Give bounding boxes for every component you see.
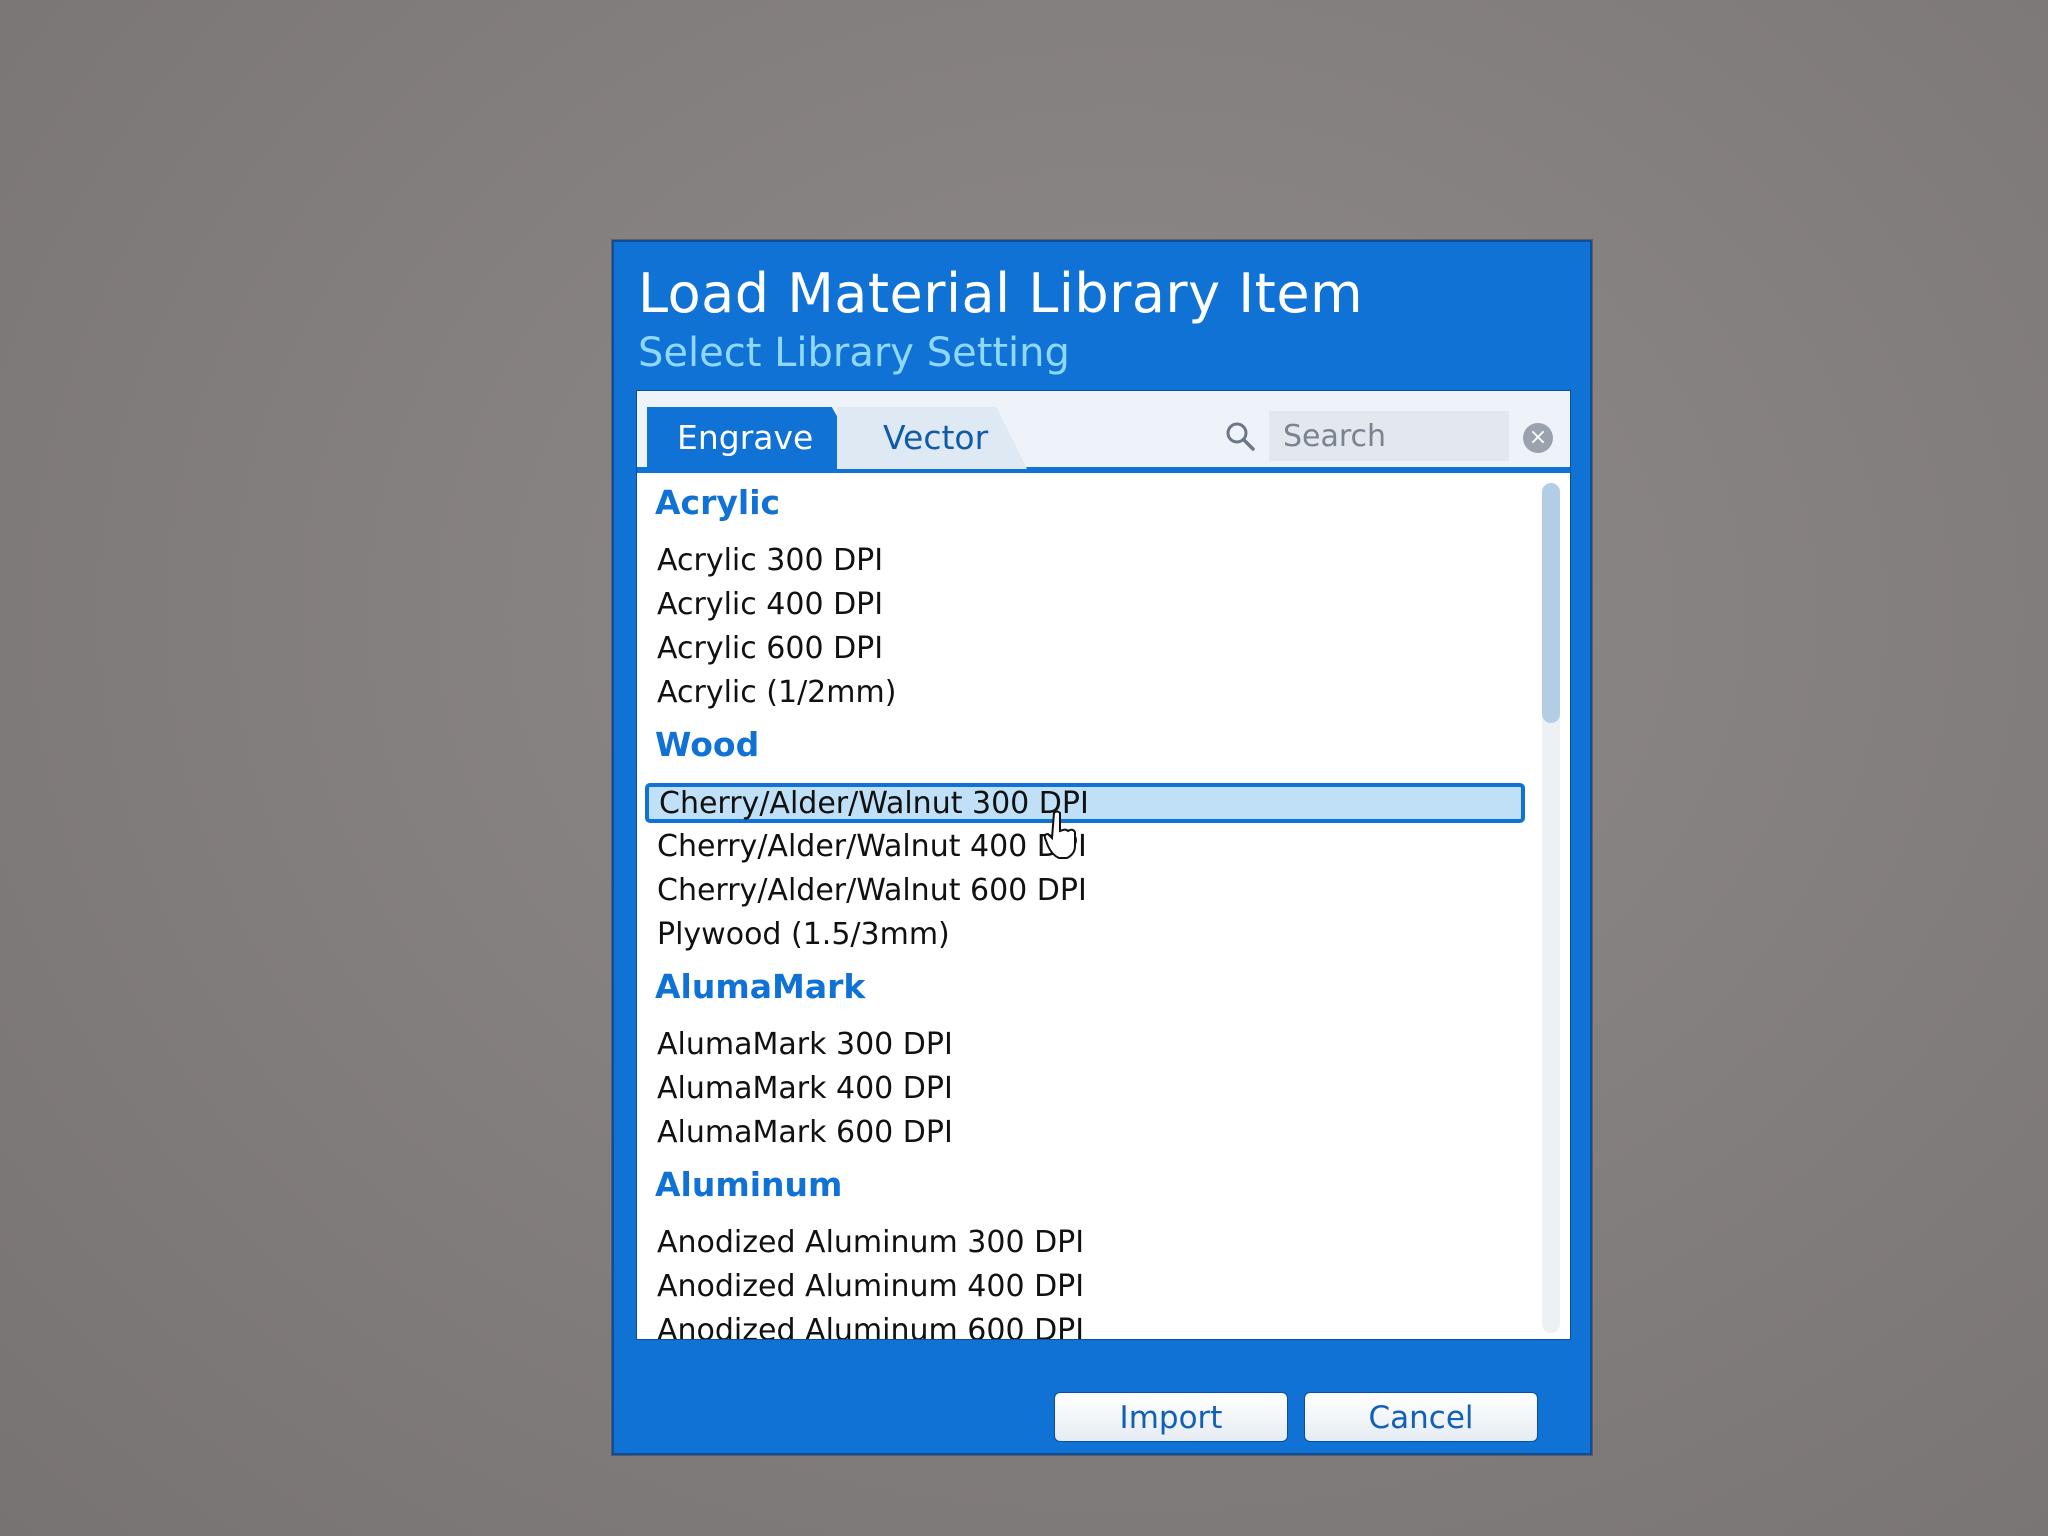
scrollbar[interactable] — [1542, 483, 1560, 1333]
dialog-subtitle: Select Library Setting — [638, 330, 1070, 376]
list-item[interactable]: Acrylic 300 DPI — [651, 541, 1521, 581]
list-item[interactable]: Cherry/Alder/Walnut 600 DPI — [651, 871, 1521, 911]
list-item[interactable]: Acrylic 600 DPI — [651, 629, 1521, 669]
tab-engrave[interactable]: Engrave — [647, 407, 867, 469]
group-header-wood: Wood — [655, 725, 760, 764]
import-button[interactable]: Import — [1054, 1392, 1288, 1442]
tab-vector[interactable]: Vector — [837, 407, 1027, 469]
list-item[interactable]: Anodized Aluminum 600 DPI — [651, 1311, 1521, 1339]
load-material-dialog: Load Material Library Item Select Librar… — [612, 240, 1592, 1455]
library-panel: Engrave Vector × AcrylicAcrylic 300 DPIA… — [636, 390, 1571, 1340]
group-header-alumamark: AlumaMark — [655, 967, 866, 1006]
dialog-title: Load Material Library Item — [638, 262, 1364, 325]
hand-cursor-icon — [1044, 810, 1076, 859]
list-item[interactable]: AlumaMark 400 DPI — [651, 1069, 1521, 1109]
list-item[interactable]: Cherry/Alder/Walnut 400 DPI — [651, 827, 1521, 867]
clear-search-icon[interactable]: × — [1523, 423, 1553, 453]
search-icon — [1226, 422, 1255, 451]
material-list: Acrylic Acrylic 300 DPI Acrylic 400 DPI Acr… — [637, 473, 1537, 1339]
list-item[interactable]: Anodized Aluminum 300 DPI — [651, 1223, 1521, 1263]
list-item[interactable]: Acrylic 400 DPI — [651, 585, 1521, 625]
list-item[interactable]: AlumaMark 300 DPI — [651, 1025, 1521, 1065]
list-item[interactable]: Cherry/Alder/Walnut 300 DPI — [645, 783, 1525, 823]
search-input[interactable] — [1269, 411, 1509, 461]
group-header-acrylic: Acrylic — [655, 483, 781, 522]
tab-bar: Engrave Vector × — [637, 391, 1570, 473]
list-item[interactable]: Anodized Aluminum 400 DPI — [651, 1267, 1521, 1307]
scroll-thumb[interactable] — [1542, 483, 1560, 723]
cancel-button[interactable]: Cancel — [1304, 1392, 1538, 1442]
group-header-aluminum: Aluminum — [655, 1165, 843, 1204]
list-item[interactable]: Plywood (1.5/3mm) — [651, 915, 1521, 955]
list-item[interactable]: Acrylic (1/2mm) — [651, 673, 1521, 713]
list-item[interactable]: AlumaMark 600 DPI — [651, 1113, 1521, 1153]
